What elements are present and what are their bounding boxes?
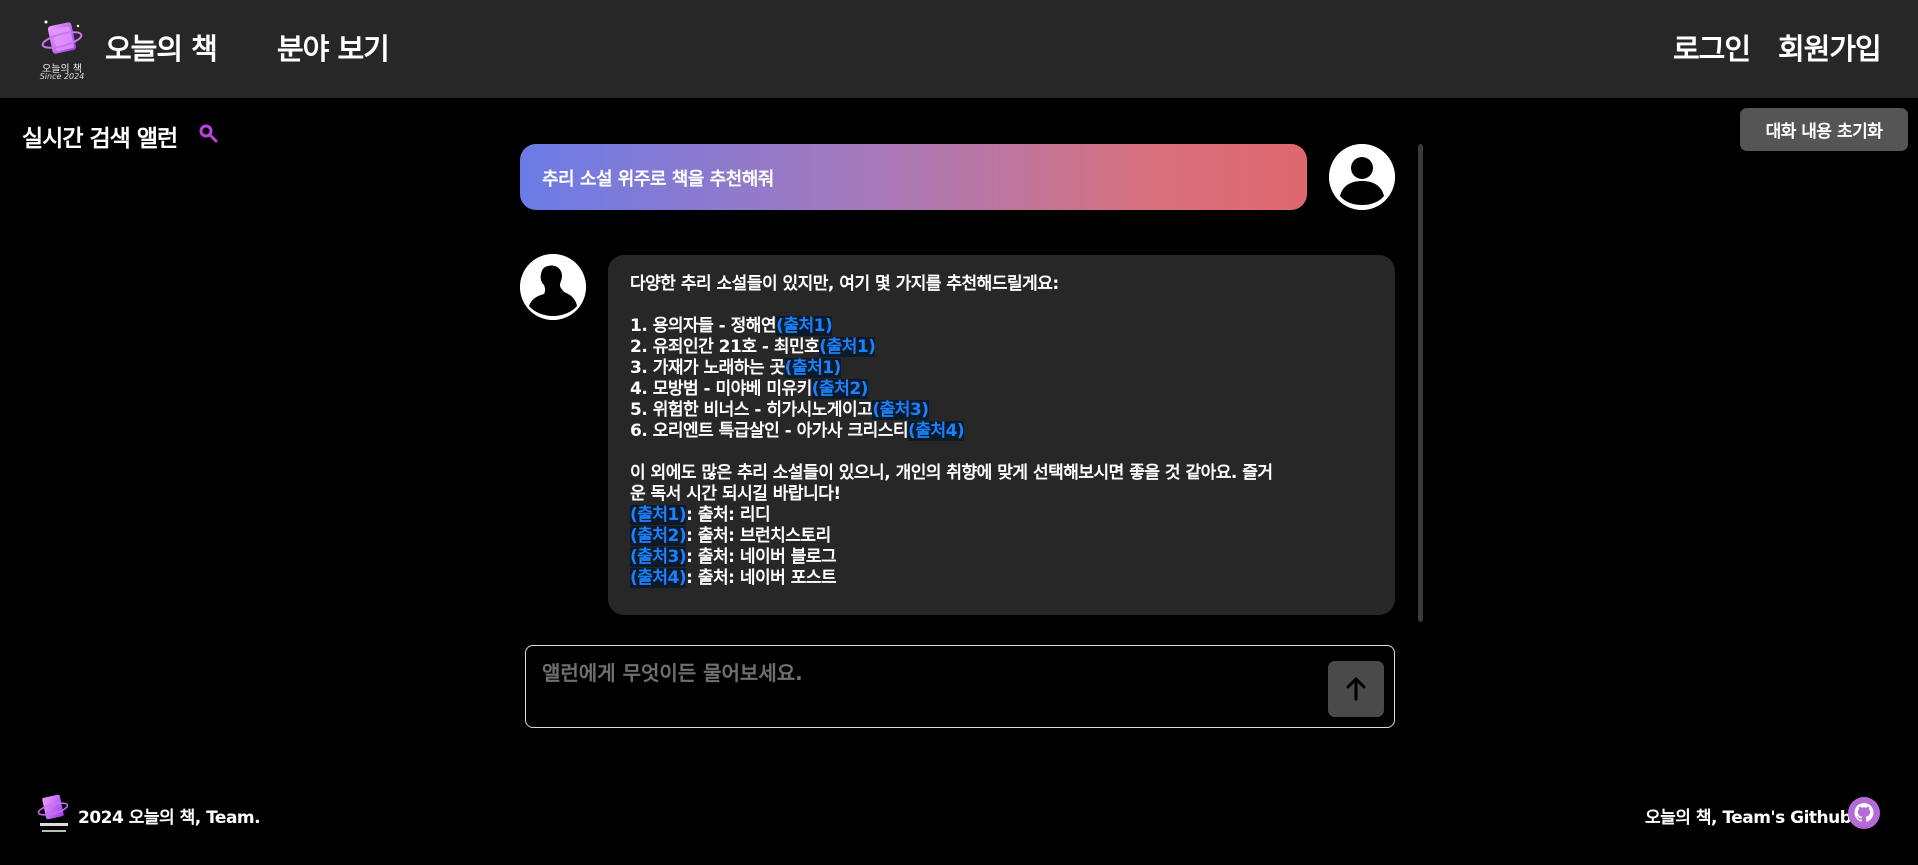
- list-item: 6. 오리엔트 특급살인 - 아가사 크리스티(출처4): [630, 421, 965, 441]
- citation-link[interactable]: (출처2): [811, 379, 868, 399]
- site-logo[interactable]: 오늘의 책 Since 2024: [36, 14, 88, 84]
- footer-copyright: 2024 오늘의 책, Team.: [78, 808, 261, 828]
- signup-link[interactable]: 회원가입: [1778, 26, 1882, 68]
- login-link[interactable]: 로그인: [1673, 26, 1751, 68]
- book-logo-icon: [41, 20, 83, 54]
- bot-avatar: [520, 254, 586, 320]
- citation-link[interactable]: (출처1): [819, 337, 876, 357]
- user-message-bubble: 추리 소설 위주로 책을 추천해줘: [520, 144, 1307, 210]
- search-icon: [199, 124, 218, 143]
- chat-input[interactable]: [540, 658, 1304, 688]
- list-item: 3. 가재가 노래하는 곳(출처1): [630, 358, 841, 378]
- source-item: (출처1): 출처: 리디: [630, 505, 771, 525]
- list-item: 4. 모방범 - 미야베 미유키(출처2): [630, 379, 868, 399]
- github-icon[interactable]: [1848, 797, 1880, 829]
- user-message-text: 추리 소설 위주로 책을 추천해줘: [542, 169, 774, 190]
- logo-subtitle: Since 2024: [39, 72, 85, 81]
- bot-message-content: 다양한 추리 소설들이 있지만, 여기 몇 가지를 추천해드릴게요: 1. 용의…: [630, 274, 1375, 589]
- list-item: 1. 용의자들 - 정해연(출처1): [630, 316, 833, 336]
- footer-logo-icon: [37, 794, 69, 832]
- bot-message-bubble: 다양한 추리 소설들이 있지만, 여기 몇 가지를 추천해드릴게요: 1. 용의…: [608, 255, 1395, 615]
- source-item: (출처4): 출처: 네이버 포스트: [630, 568, 837, 588]
- bot-outro-line2: 운 독서 시간 되시길 바랍니다!: [630, 484, 841, 504]
- send-button[interactable]: [1328, 661, 1384, 717]
- reset-chat-button[interactable]: 대화 내용 초기화: [1740, 108, 1908, 151]
- citation-link[interactable]: (출처4): [908, 421, 965, 441]
- header: 오늘의 책 Since 2024 오늘의 책 분야 보기 로그인 회원가입: [0, 0, 1918, 98]
- source-item: (출처3): 출처: 네이버 블로그: [630, 547, 837, 567]
- nav-category[interactable]: 분야 보기: [277, 26, 390, 68]
- user-avatar: [1329, 144, 1395, 210]
- bot-silhouette-icon: [520, 254, 586, 320]
- footer-github-link[interactable]: 오늘의 책, Team's Github.: [1645, 803, 1858, 828]
- bot-outro-line1: 이 외에도 많은 추리 소설들이 있으니, 개인의 취향에 맞게 선택해보시면 …: [630, 463, 1273, 483]
- chat-input-box: [525, 645, 1395, 728]
- citation-link[interactable]: (출처1): [784, 358, 841, 378]
- list-item: 5. 위험한 비너스 - 히가시노게이고(출처3): [630, 400, 929, 420]
- citation-link[interactable]: (출처2): [630, 526, 687, 546]
- arrow-up-icon: [1346, 677, 1366, 701]
- brand-link[interactable]: 오늘의 책: [105, 26, 218, 68]
- citation-link[interactable]: (출처1): [630, 505, 687, 525]
- user-avatar-icon: [1329, 144, 1395, 210]
- bot-intro: 다양한 추리 소설들이 있지만, 여기 몇 가지를 추천해드릴게요:: [630, 274, 1059, 294]
- list-item: 2. 유죄인간 21호 - 최민호(출처1): [630, 337, 876, 357]
- realtime-search-label: 실시간 검색 앨런: [22, 126, 178, 152]
- citation-link[interactable]: (출처3): [872, 400, 929, 420]
- citation-link[interactable]: (출처1): [776, 316, 833, 336]
- citation-link[interactable]: (출처4): [630, 568, 687, 588]
- citation-link[interactable]: (출처3): [630, 547, 687, 567]
- chat-scrollbar[interactable]: [1418, 144, 1423, 622]
- source-item: (출처2): 출처: 브런치스토리: [630, 526, 831, 546]
